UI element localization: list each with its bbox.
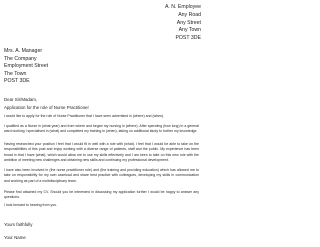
body-paragraph-6: I look forward to hearing from you. [4, 203, 58, 207]
signature-name: Your Name [4, 235, 26, 240]
sender-address: A. N. Employee Any Road Any Street Any T… [165, 4, 201, 43]
sender-name: A. N. Employee [164, 4, 201, 10]
recipient-street: Employment Street [4, 63, 49, 70]
closing: Yours faithfully [4, 222, 33, 227]
cover-letter: A. N. Employee Any Road Any Street Any T… [0, 0, 204, 247]
recipient-address: Mrs. A. Manager The Company Employment S… [4, 48, 48, 86]
subject-line: Application for the role of Nurse Practi… [4, 105, 89, 110]
recipient-town: The Town [4, 70, 27, 77]
recipient-postcode: POST 3DE [4, 78, 30, 85]
body-paragraph-3: Having researched your position I feel t… [4, 142, 199, 163]
body-paragraph-1: I would like to apply for the role of Nu… [4, 114, 165, 118]
sender-address-line-1: Any Road [178, 11, 201, 18]
body-paragraph-5: Please find attached my CV. Should you b… [4, 190, 199, 200]
salutation: Dear Sir/Madam, [4, 97, 38, 102]
recipient-company: The Company [4, 55, 37, 62]
body-paragraph-4: I have also been involved in (the nurse … [4, 168, 199, 183]
sender-address-line-2: Any Street [176, 19, 201, 26]
sender-town: Any Town [178, 27, 201, 34]
body-paragraph-2: I qualified as a Nurse in (what year) an… [4, 124, 199, 134]
recipient-name: Mrs. A. Manager [4, 48, 43, 54]
sender-postcode: POST 3DE [175, 35, 201, 42]
